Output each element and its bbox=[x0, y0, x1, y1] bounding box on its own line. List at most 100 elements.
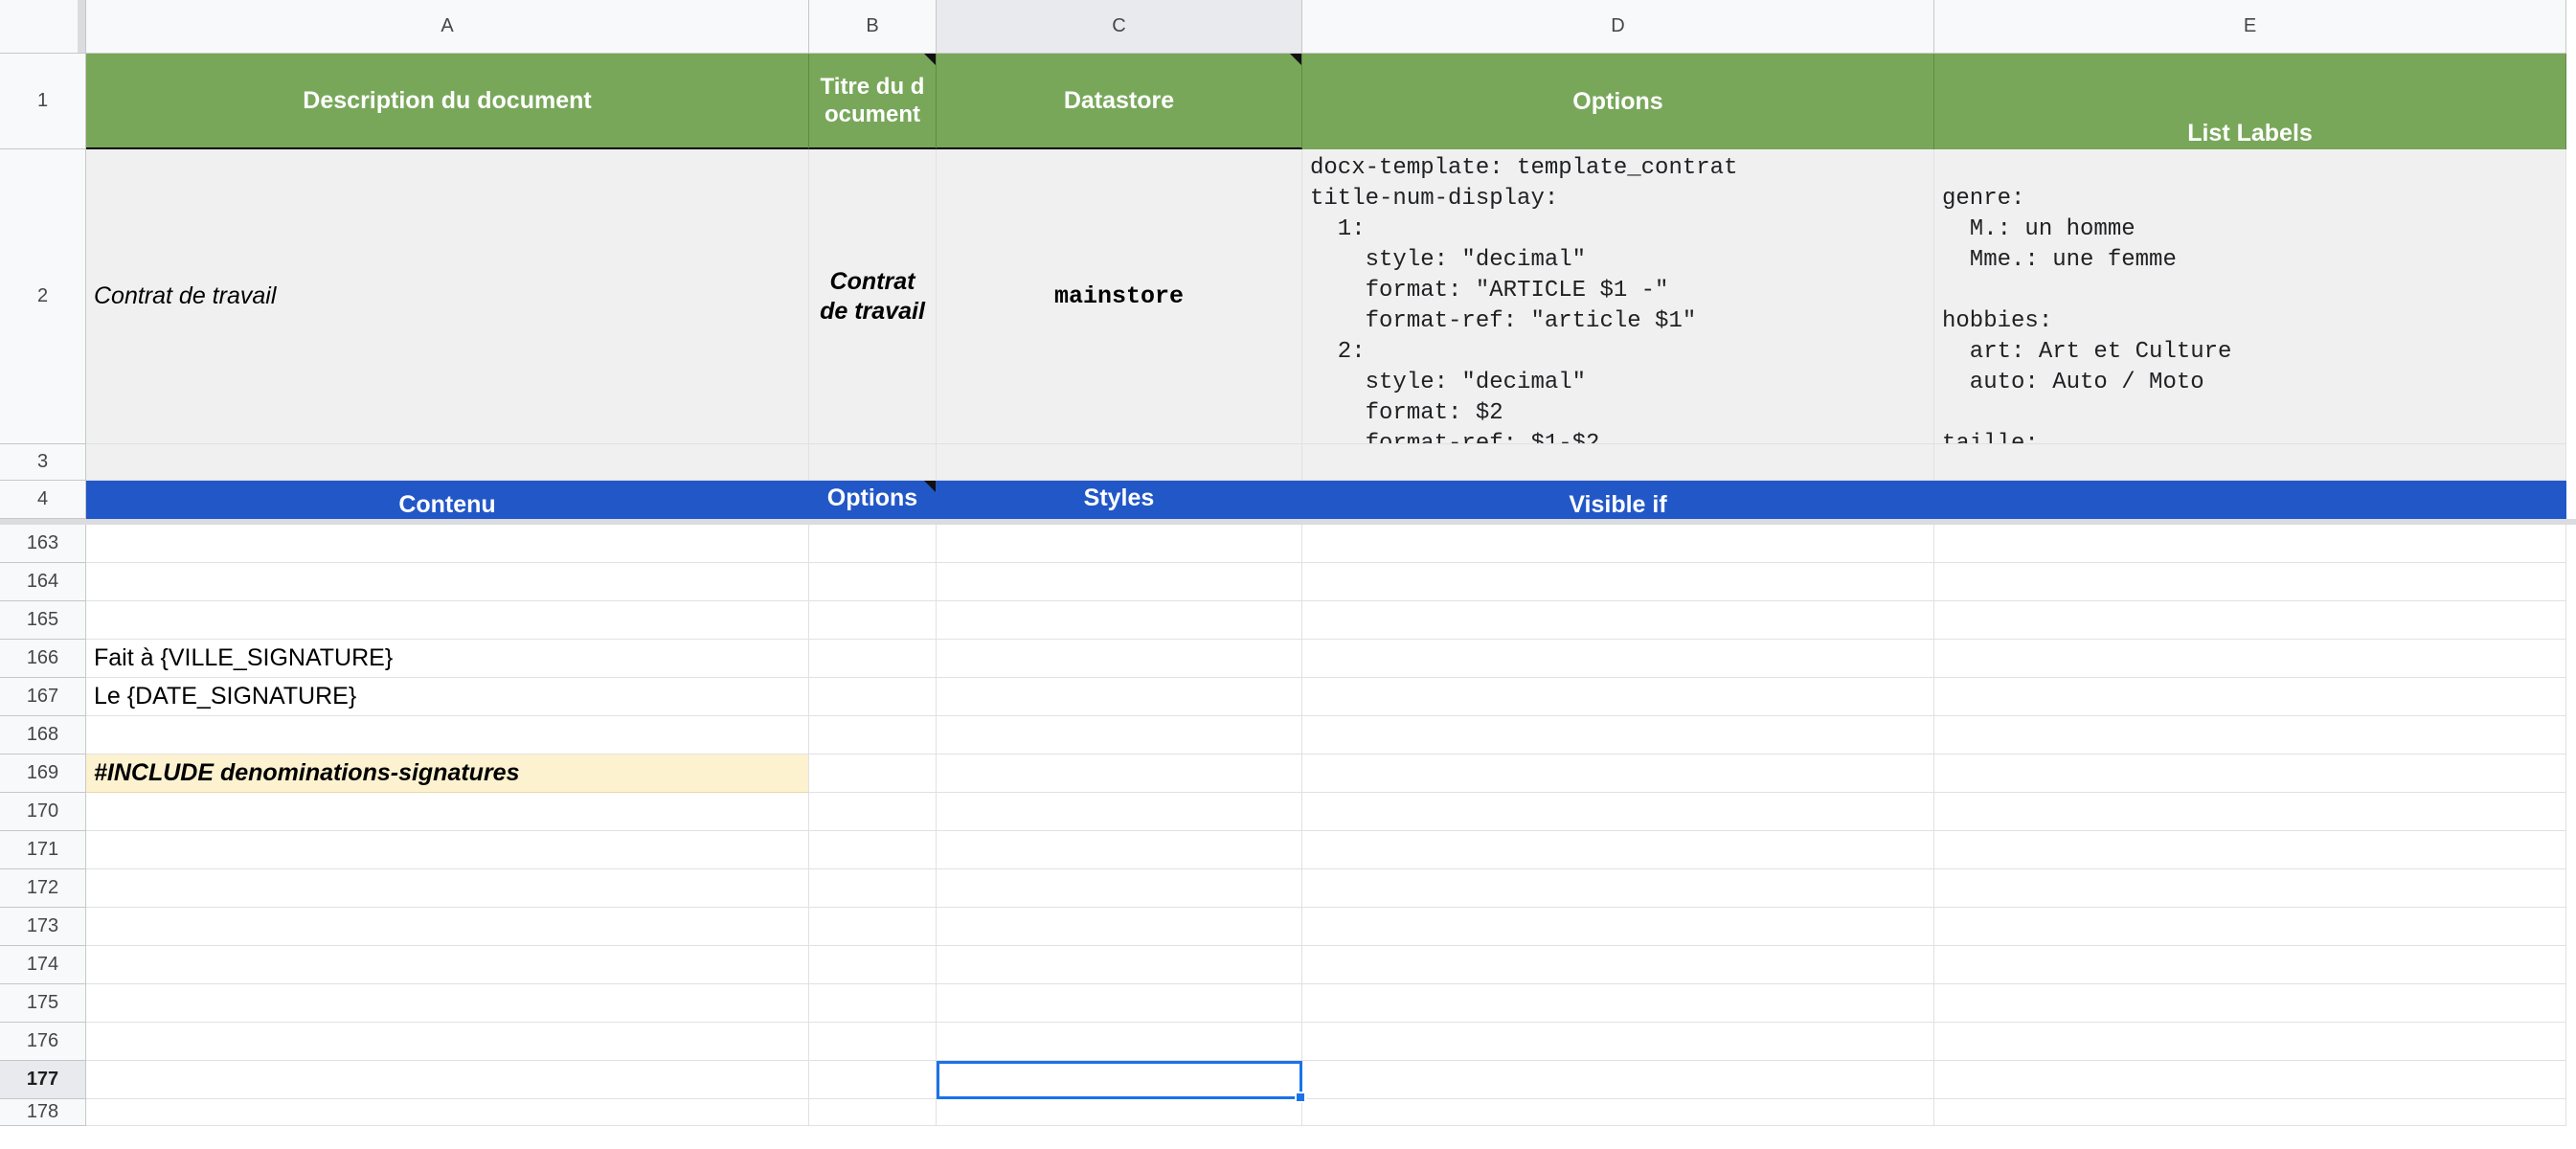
row-header-169[interactable]: 169 bbox=[0, 755, 86, 793]
row-header-178[interactable]: 178 bbox=[0, 1099, 86, 1126]
cell-c178[interactable] bbox=[937, 1099, 1302, 1126]
cell-c169[interactable] bbox=[937, 755, 1302, 793]
cell-d178[interactable] bbox=[1302, 1099, 1934, 1126]
cell-b163[interactable] bbox=[809, 525, 937, 563]
cell-b171[interactable] bbox=[809, 831, 937, 869]
column-header-a[interactable]: A bbox=[86, 0, 809, 54]
cell-b175[interactable] bbox=[809, 984, 937, 1023]
cell-d176[interactable] bbox=[1302, 1023, 1934, 1061]
column-header-e[interactable]: E bbox=[1934, 0, 2566, 54]
cell-d2[interactable]: docx-template: template_contrat title-nu… bbox=[1302, 149, 1934, 444]
cell-d165[interactable] bbox=[1302, 601, 1934, 640]
column-header-c[interactable]: C bbox=[937, 0, 1302, 54]
cell-a169[interactable]: #INCLUDE denominations-signatures bbox=[86, 755, 809, 793]
cell-b167[interactable] bbox=[809, 678, 937, 716]
cell-a163[interactable] bbox=[86, 525, 809, 563]
cell-e176[interactable] bbox=[1934, 1023, 2566, 1061]
cell-e164[interactable] bbox=[1934, 563, 2566, 601]
cell-e167[interactable] bbox=[1934, 678, 2566, 716]
row-header-177[interactable]: 177 bbox=[0, 1061, 86, 1099]
cell-c3[interactable] bbox=[937, 444, 1302, 481]
cell-d4[interactable]: Visible if bbox=[1302, 481, 1934, 519]
cell-e4[interactable] bbox=[1934, 481, 2566, 519]
row-header-166[interactable]: 166 bbox=[0, 640, 86, 678]
cell-d169[interactable] bbox=[1302, 755, 1934, 793]
cell-a166[interactable]: Fait à {VILLE_SIGNATURE} bbox=[86, 640, 809, 678]
cell-a172[interactable] bbox=[86, 869, 809, 908]
cell-a178[interactable] bbox=[86, 1099, 809, 1126]
row-header-1[interactable]: 1 bbox=[0, 54, 86, 149]
cell-e172[interactable] bbox=[1934, 869, 2566, 908]
row-header-4[interactable]: 4 bbox=[0, 481, 86, 519]
cell-c165[interactable] bbox=[937, 601, 1302, 640]
cell-e177[interactable] bbox=[1934, 1061, 2566, 1099]
cell-a164[interactable] bbox=[86, 563, 809, 601]
cell-a174[interactable] bbox=[86, 946, 809, 984]
cell-b4[interactable]: Options bbox=[809, 481, 937, 519]
spreadsheet-grid[interactable]: A B C D E 1 Description du document Titr… bbox=[0, 0, 2576, 1149]
cell-b172[interactable] bbox=[809, 869, 937, 908]
row-header-167[interactable]: 167 bbox=[0, 678, 86, 716]
cell-a171[interactable] bbox=[86, 831, 809, 869]
cell-c168[interactable] bbox=[937, 716, 1302, 755]
cell-a3[interactable] bbox=[86, 444, 809, 481]
cell-b168[interactable] bbox=[809, 716, 937, 755]
cell-d3[interactable] bbox=[1302, 444, 1934, 481]
row-header-174[interactable]: 174 bbox=[0, 946, 86, 984]
cell-a177[interactable] bbox=[86, 1061, 809, 1099]
cell-d174[interactable] bbox=[1302, 946, 1934, 984]
cell-a165[interactable] bbox=[86, 601, 809, 640]
cell-d175[interactable] bbox=[1302, 984, 1934, 1023]
cell-b3[interactable] bbox=[809, 444, 937, 481]
cell-d170[interactable] bbox=[1302, 793, 1934, 831]
cell-a167[interactable]: Le {DATE_SIGNATURE} bbox=[86, 678, 809, 716]
cell-e168[interactable] bbox=[1934, 716, 2566, 755]
cell-c170[interactable] bbox=[937, 793, 1302, 831]
cell-e178[interactable] bbox=[1934, 1099, 2566, 1126]
cell-c176[interactable] bbox=[937, 1023, 1302, 1061]
cell-c164[interactable] bbox=[937, 563, 1302, 601]
cell-e2[interactable]: genre: M.: un homme Mme.: une femme hobb… bbox=[1934, 149, 2566, 444]
cell-a173[interactable] bbox=[86, 908, 809, 946]
cell-b178[interactable] bbox=[809, 1099, 937, 1126]
cell-e170[interactable] bbox=[1934, 793, 2566, 831]
row-header-176[interactable]: 176 bbox=[0, 1023, 86, 1061]
fill-handle[interactable] bbox=[1295, 1092, 1306, 1103]
cell-c167[interactable] bbox=[937, 678, 1302, 716]
row-header-173[interactable]: 173 bbox=[0, 908, 86, 946]
cell-d172[interactable] bbox=[1302, 869, 1934, 908]
cell-c2[interactable]: mainstore bbox=[937, 149, 1302, 444]
cell-b176[interactable] bbox=[809, 1023, 937, 1061]
cell-b177[interactable] bbox=[809, 1061, 937, 1099]
cell-e174[interactable] bbox=[1934, 946, 2566, 984]
cell-e175[interactable] bbox=[1934, 984, 2566, 1023]
cell-a176[interactable] bbox=[86, 1023, 809, 1061]
cell-c4[interactable]: Styles bbox=[937, 481, 1302, 519]
cell-d177[interactable] bbox=[1302, 1061, 1934, 1099]
cell-d166[interactable] bbox=[1302, 640, 1934, 678]
cell-b2[interactable]: Contrat de travail bbox=[809, 149, 937, 444]
cell-c166[interactable] bbox=[937, 640, 1302, 678]
row-header-168[interactable]: 168 bbox=[0, 716, 86, 755]
cell-b1[interactable]: Titre du document bbox=[809, 54, 937, 149]
row-header-171[interactable]: 171 bbox=[0, 831, 86, 869]
cell-b173[interactable] bbox=[809, 908, 937, 946]
row-header-170[interactable]: 170 bbox=[0, 793, 86, 831]
cell-d171[interactable] bbox=[1302, 831, 1934, 869]
cell-c163[interactable] bbox=[937, 525, 1302, 563]
cell-d173[interactable] bbox=[1302, 908, 1934, 946]
cell-d164[interactable] bbox=[1302, 563, 1934, 601]
row-header-172[interactable]: 172 bbox=[0, 869, 86, 908]
cell-b164[interactable] bbox=[809, 563, 937, 601]
cell-e173[interactable] bbox=[1934, 908, 2566, 946]
cell-b169[interactable] bbox=[809, 755, 937, 793]
row-header-175[interactable]: 175 bbox=[0, 984, 86, 1023]
cell-c174[interactable] bbox=[937, 946, 1302, 984]
selected-cell-outline[interactable] bbox=[937, 1061, 1302, 1099]
row-header-165[interactable]: 165 bbox=[0, 601, 86, 640]
cell-e1[interactable]: List Labels bbox=[1934, 54, 2566, 149]
cell-a170[interactable] bbox=[86, 793, 809, 831]
column-header-d[interactable]: D bbox=[1302, 0, 1934, 54]
cell-d167[interactable] bbox=[1302, 678, 1934, 716]
cell-b174[interactable] bbox=[809, 946, 937, 984]
